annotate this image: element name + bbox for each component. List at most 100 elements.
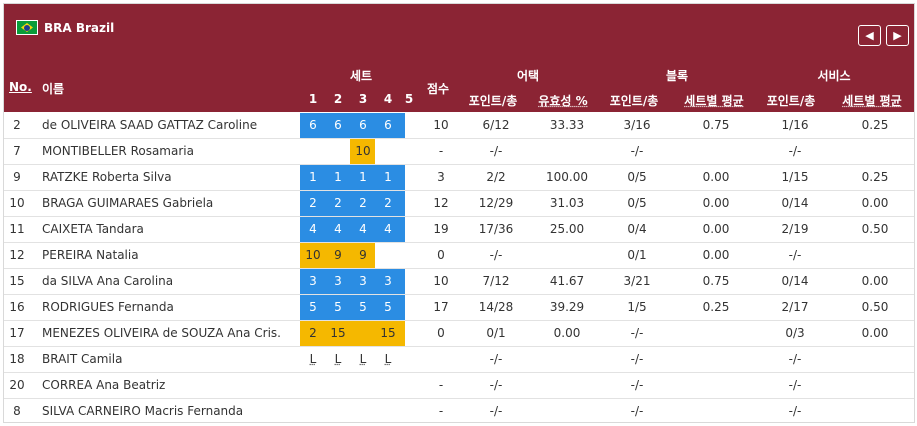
set-4-value: 15 — [380, 326, 396, 340]
block-points-value: 3/16 — [623, 118, 651, 132]
col-name[interactable]: 이름 — [42, 80, 64, 97]
table-row[interactable]: 2 de OLIVEIRA SAAD GATTAZ Caroline 6 6 6 6 10 6… — [4, 113, 914, 139]
set-4-value: 5 — [384, 300, 392, 314]
serve-points-value: 0/14 — [781, 196, 809, 210]
player-name: BRAGA GUIMARAES Gabriela — [42, 196, 214, 210]
block-avg-value: 0.25 — [702, 300, 730, 314]
attack-points-value: 14/28 — [478, 300, 514, 314]
table-row[interactable]: 9 RATZKE Roberta Silva 1 1 1 1 3 2/2 100.00 0/5 0.… — [4, 165, 914, 191]
table-row[interactable]: 18 BRAIT Camila L L L L -/- -/- -/- — [4, 347, 914, 373]
set-3-value: 4 — [359, 222, 367, 236]
table-row[interactable]: 8 SILVA CARNEIRO Macris Fernanda - -/- -/- -/… — [4, 399, 914, 422]
serve-points-value: 0/3 — [785, 326, 805, 340]
serve-points-value: -/- — [788, 404, 802, 418]
block-points-value: -/- — [630, 352, 644, 366]
attack-points-value: 0/1 — [486, 326, 506, 340]
set-2-value: 15 — [330, 326, 346, 340]
table-row[interactable]: 12 PEREIRA Natalia 10 9 9 0 -/- 0/1 0.00 -/- — [4, 243, 914, 269]
block-avg-value: 0.00 — [702, 170, 730, 184]
col-set-3: 3 — [358, 92, 368, 106]
set-3-value: 2 — [359, 196, 367, 210]
brazil-flag-icon — [16, 20, 38, 35]
set-2-value: L — [334, 352, 342, 366]
block-points-value: 0/4 — [627, 222, 647, 236]
team-name: BRA Brazil — [44, 20, 115, 35]
player-name: PEREIRA Natalia — [42, 248, 139, 262]
col-attack-eff[interactable]: 유효성 % — [538, 92, 587, 109]
serve-points-value: -/- — [788, 352, 802, 366]
set-1-value: L — [309, 352, 317, 366]
block-points-value: -/- — [630, 144, 644, 158]
table-row[interactable]: 7 MONTIBELLER Rosamaria 10 - -/- -/- -/- — [4, 139, 914, 165]
serve-points-value: 0/14 — [781, 274, 809, 288]
set-1-value: 6 — [309, 118, 317, 132]
player-name: CAIXETA Tandara — [42, 222, 144, 236]
attack-points-value: 12/29 — [478, 196, 514, 210]
table-row[interactable]: 10 BRAGA GUIMARAES Gabriela 2 2 2 2 12 12/29 31.… — [4, 191, 914, 217]
table-row[interactable]: 16 RODRIGUES Fernanda 5 5 5 5 17 14/28 39.29 1/5 0… — [4, 295, 914, 321]
table-row[interactable]: 11 CAIXETA Tandara 4 4 4 4 19 17/36 25.00 0/4 0.00… — [4, 217, 914, 243]
block-avg-value: 0.75 — [702, 118, 730, 132]
points-value: 12 — [433, 196, 449, 210]
table-row[interactable]: 15 da SILVA Ana Carolina 3 3 3 3 10 7/12 41.67 3/… — [4, 269, 914, 295]
col-set-1: 1 — [308, 92, 318, 106]
col-attack: 어택 — [516, 69, 540, 83]
prev-team-button[interactable]: ◀ — [858, 25, 881, 46]
set-3-value: 9 — [359, 248, 367, 262]
serve-avg-value: 0.25 — [861, 118, 889, 132]
attack-efficiency-value: 31.03 — [549, 196, 585, 210]
player-name: RATZKE Roberta Silva — [42, 170, 172, 184]
player-number: 10 — [9, 196, 25, 210]
col-block-avg[interactable]: 세트별 평균 — [684, 92, 743, 109]
attack-points-value: -/- — [489, 248, 503, 262]
set-1-value: 3 — [309, 274, 317, 288]
col-no[interactable]: No. — [9, 80, 32, 94]
team-stats-panel: BRA Brazil ◀ ▶ No. 이름 세트 1 2 3 4 5 점수 어택… — [3, 3, 915, 423]
set-4-value: 1 — [384, 170, 392, 184]
player-number: 9 — [13, 170, 21, 184]
set-3-value: 3 — [359, 274, 367, 288]
set-1-value: 1 — [309, 170, 317, 184]
block-points-value: -/- — [630, 378, 644, 392]
serve-points-value: 2/17 — [781, 300, 809, 314]
block-avg-value: 0.00 — [702, 248, 730, 262]
player-name: de OLIVEIRA SAAD GATTAZ Caroline — [42, 118, 258, 132]
attack-efficiency-value: 25.00 — [549, 222, 585, 236]
next-team-button[interactable]: ▶ — [886, 25, 909, 46]
block-points-value: 1/5 — [627, 300, 647, 314]
serve-points-value: 2/19 — [781, 222, 809, 236]
col-serve-pts: 포인트/총 — [766, 94, 816, 108]
attack-efficiency-value: 33.33 — [549, 118, 585, 132]
player-number: 17 — [9, 326, 25, 340]
col-serve-avg[interactable]: 세트별 평균 — [842, 92, 901, 109]
points-value: - — [438, 378, 444, 392]
set-3-value: L — [359, 352, 367, 366]
table-row[interactable]: 20 CORREA Ana Beatriz - -/- -/- -/- — [4, 373, 914, 399]
set-1-value: 10 — [305, 248, 321, 262]
set-2-value: 9 — [334, 248, 342, 262]
set-3-value: 6 — [359, 118, 367, 132]
player-name: RODRIGUES Fernanda — [42, 300, 174, 314]
set-2-value: 1 — [334, 170, 342, 184]
player-number: 20 — [9, 378, 25, 392]
set-4-value: 6 — [384, 118, 392, 132]
player-name: da SILVA Ana Carolina — [42, 274, 174, 288]
serve-avg-value: 0.50 — [861, 222, 889, 236]
points-value: 10 — [433, 274, 449, 288]
attack-points-value: 6/12 — [482, 118, 510, 132]
player-number: 8 — [13, 404, 21, 418]
set-1-value: 5 — [309, 300, 317, 314]
table-header: BRA Brazil ◀ ▶ No. 이름 세트 1 2 3 4 5 점수 어택… — [4, 4, 914, 112]
set-2-value: 5 — [334, 300, 342, 314]
points-value: - — [438, 144, 444, 158]
set-3-value: 10 — [355, 144, 371, 158]
set-2-value: 3 — [334, 274, 342, 288]
block-points-value: -/- — [630, 404, 644, 418]
player-name: MENEZES OLIVEIRA de SOUZA Ana Cris. — [42, 326, 281, 340]
set-3-value: 5 — [359, 300, 367, 314]
set-4-value: 3 — [384, 274, 392, 288]
col-block: 블록 — [665, 69, 689, 83]
serve-points-value: 1/16 — [781, 118, 809, 132]
table-row[interactable]: 17 MENEZES OLIVEIRA de SOUZA Ana Cris. 2 15… — [4, 321, 914, 347]
set-4-value: 4 — [384, 222, 392, 236]
